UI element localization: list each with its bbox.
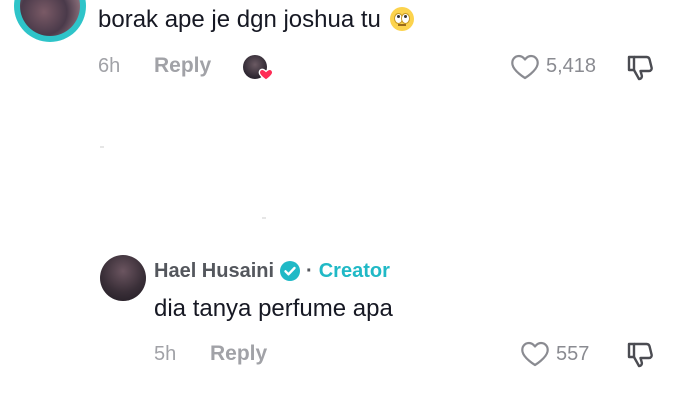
comment-time: 6h: [98, 55, 121, 77]
reply-like-count: 557: [556, 343, 590, 365]
reply-author-row: Hael Husaini · Creator: [154, 258, 390, 284]
rolling-eyes-emoji-icon: [389, 7, 414, 31]
commenter-avatar-image: [20, 0, 80, 36]
dislike-thumbs-down-icon[interactable]: [624, 339, 656, 371]
dislike-thumbs-down-icon[interactable]: [624, 52, 656, 84]
reply-author-name[interactable]: Hael Husaini: [154, 260, 274, 283]
reply-text: dia tanya perfume apa: [154, 295, 393, 322]
divider-dot: [262, 217, 266, 219]
verified-check-icon: [280, 261, 301, 281]
reply-time: 5h: [154, 343, 177, 365]
creator-label: Creator: [318, 259, 390, 282]
commenter-avatar[interactable]: [14, 0, 86, 42]
creator-avatar[interactable]: [100, 255, 146, 301]
divider-dot: [100, 146, 104, 148]
author-separator: ·: [306, 259, 313, 282]
reply-reply-button[interactable]: Reply: [210, 342, 267, 366]
comment-reply-button[interactable]: Reply: [154, 54, 211, 78]
heart-badge-icon: [258, 68, 274, 81]
like-heart-icon[interactable]: [520, 340, 550, 368]
comment-like-count: 5,418: [546, 55, 597, 77]
like-heart-icon[interactable]: [510, 53, 540, 81]
comment-text: borak ape je dgn joshua tu: [98, 6, 381, 33]
comment-text-row: borak ape je dgn joshua tu: [98, 2, 414, 38]
